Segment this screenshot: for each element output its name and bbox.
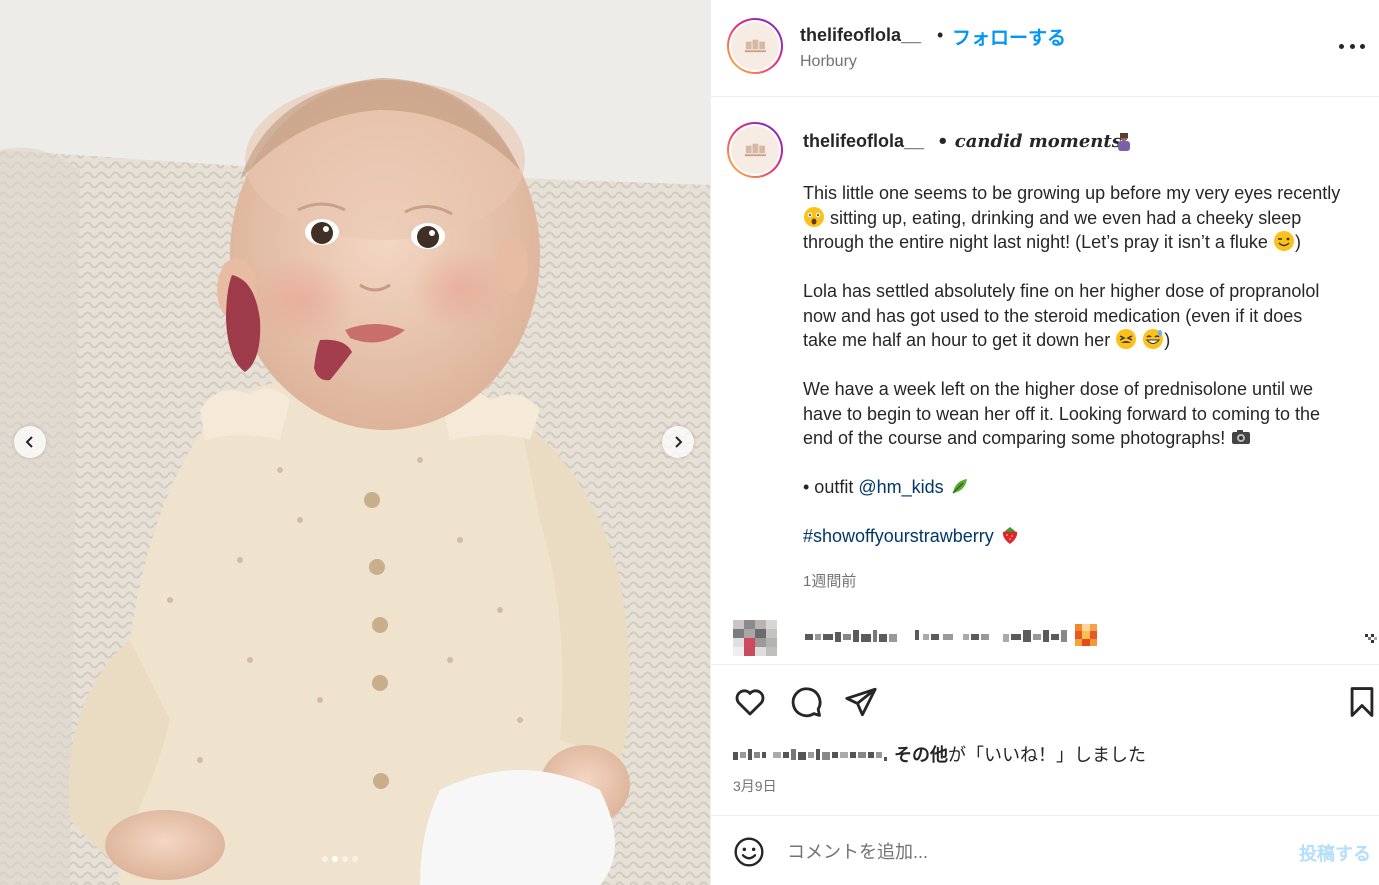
baby-photo [0,0,710,885]
caption-line: ) [1164,330,1171,350]
hashtag-link[interactable]: #showoffyourstrawberry [803,526,994,546]
carousel-dot [352,856,358,862]
post-photo[interactable] [0,0,710,885]
shocked-face-emoji-icon [804,206,824,227]
caption-paragraph-1: This little one seems to be growing up b… [803,181,1378,255]
carousel-next-button[interactable] [662,426,694,458]
avatar[interactable] [727,18,783,74]
post-side-panel: thelifeoflola__ • フォローする Horbury thelife… [710,0,1379,885]
comment-like-icon[interactable] [1365,632,1377,644]
carousel-dot [332,856,338,862]
blurred-liker-names[interactable] [733,748,889,762]
carousel-dot [322,856,328,862]
share-button[interactable] [844,685,878,719]
caption-line: Lola has settled absolutely fine on her … [803,281,1320,301]
strawberry-emoji-icon [1002,527,1017,544]
caption-paragraph-3: We have a week left on the higher dose o… [803,377,1378,451]
add-comment-section: 投稿する [711,815,1379,885]
comment-item [733,618,1378,658]
comment-button[interactable] [789,685,823,719]
chevron-right-icon [675,436,683,448]
caption-line: • outfit [803,477,859,497]
caption-text: This little one seems to be growing up b… [803,181,1378,573]
caption-line: We have a week left on the higher dose o… [803,379,1313,399]
like-button[interactable] [733,685,767,719]
more-horizontal-icon [1339,43,1344,49]
caption-line: end of the course and comparing some pho… [803,428,1231,448]
post-comment-button[interactable]: 投稿する [1299,840,1371,866]
caption-time-ago[interactable]: 1週間前 [803,570,856,591]
caption-line: take me half an hour to get it down her [803,330,1116,350]
commenter-avatar[interactable] [733,620,777,656]
carousel-dot [342,856,348,862]
camera-emoji-icon [1232,430,1251,444]
caption-paragraph-5: #showoffyourstrawberry [803,524,1378,549]
caption-line: ) [1294,232,1301,252]
separator-dot: • [937,25,944,45]
chevron-left-icon [25,436,33,448]
caption-username[interactable]: thelifeoflola__ [803,131,924,152]
likes-summary: その他が「いいね！」しました [733,741,1146,767]
emoji-picker-icon[interactable] [733,836,765,868]
caption-line: through the entire night last night! (Le… [803,232,1273,252]
leaf-emoji-icon [952,479,967,494]
fire-emoji-icon [1075,624,1097,646]
carousel-prev-button[interactable] [14,426,46,458]
caption-paragraph-2: Lola has settled absolutely fine on her … [803,279,1378,353]
caption-avatar[interactable] [727,122,783,178]
caption-paragraph-4: • outfit @hm_kids [803,475,1378,500]
comment-input[interactable] [787,838,1267,866]
caption-line: now and has got used to the steroid medi… [803,305,1303,326]
likes-suffix: が「いいね！」しました [948,745,1147,765]
comment-bubble-icon [791,687,822,718]
follow-button[interactable]: フォローする [952,23,1066,50]
carousel-indicator [322,856,358,862]
likes-others-link[interactable]: その他 [894,745,948,765]
sweat-smile-emoji-icon [1143,329,1164,349]
post-location[interactable]: Horbury [800,53,857,71]
tired-face-emoji-icon [1116,329,1137,349]
mention-link[interactable]: @hm_kids [858,477,943,497]
wink-face-emoji-icon [1273,231,1294,251]
caption-line: sitting up, eating, drinking and we even… [825,207,1302,228]
post-date[interactable]: 3月9日 [733,776,777,796]
caption-line: have to begin to wean her off it. Lookin… [803,403,1320,424]
caption-title: • candid moments [937,131,1122,152]
bookmark-icon [1350,687,1374,717]
paper-plane-icon [845,687,877,717]
blurred-comment-text [805,630,1067,642]
post-author-username[interactable]: thelifeoflola__ [800,25,921,46]
more-options-button[interactable] [1339,36,1365,56]
caption-line: This little one seems to be growing up b… [803,183,1341,203]
woman-emoji-icon [1118,133,1130,151]
post-header: thelifeoflola__ • フォローする Horbury [711,0,1379,97]
post-actions-bar [711,664,1379,740]
heart-icon [735,689,765,716]
profile-logo-icon [744,39,766,52]
save-button[interactable] [1345,685,1379,719]
profile-logo-icon [744,143,766,156]
